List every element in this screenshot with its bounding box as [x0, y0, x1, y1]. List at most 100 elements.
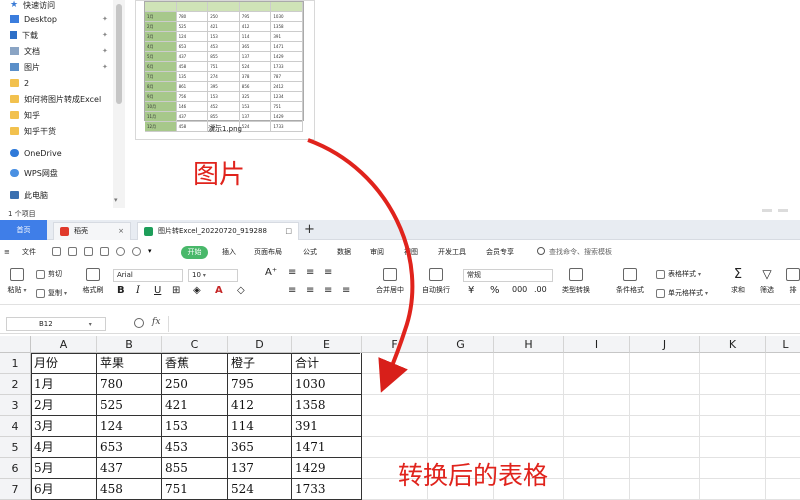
italic-button[interactable]: I: [136, 285, 140, 296]
empty-cell[interactable]: [766, 437, 800, 458]
empty-cell[interactable]: [766, 374, 800, 395]
menu-developer[interactable]: 开发工具: [438, 241, 466, 263]
cut-button[interactable]: 剪切: [36, 269, 62, 279]
empty-cell[interactable]: [494, 437, 564, 458]
bold-button[interactable]: B: [117, 285, 125, 296]
empty-cell[interactable]: [630, 374, 700, 395]
empty-cell[interactable]: [428, 437, 494, 458]
table-cell[interactable]: 月份: [31, 353, 97, 374]
format-painter-button[interactable]: 格式刷: [80, 268, 106, 295]
column-header-a[interactable]: A: [31, 336, 97, 353]
row-header[interactable]: 3: [0, 395, 31, 416]
align-center-icon[interactable]: ≡: [306, 285, 314, 296]
empty-cell[interactable]: [766, 479, 800, 500]
column-header-j[interactable]: J: [630, 336, 700, 353]
table-cell[interactable]: 250: [162, 374, 228, 395]
paste-button[interactable]: 粘贴 ▾: [6, 268, 28, 295]
table-cell[interactable]: 4月: [31, 437, 97, 458]
menu-icon[interactable]: ≡: [4, 241, 10, 263]
menu-formulas[interactable]: 公式: [303, 241, 317, 263]
save-icon[interactable]: [52, 247, 61, 256]
currency-icon[interactable]: ¥: [468, 285, 474, 296]
column-header-f[interactable]: F: [362, 336, 428, 353]
empty-cell[interactable]: [766, 353, 800, 374]
table-cell[interactable]: 1月: [31, 374, 97, 395]
table-cell[interactable]: 6月: [31, 479, 97, 500]
nav-item-folder-zhihu[interactable]: 知乎: [10, 107, 40, 123]
table-cell[interactable]: 3月: [31, 416, 97, 437]
table-cell[interactable]: 412: [228, 395, 292, 416]
cell-style-button[interactable]: 单元格样式 ▾: [656, 288, 708, 298]
table-cell[interactable]: 香蕉: [162, 353, 228, 374]
empty-cell[interactable]: [564, 374, 630, 395]
fill-color-icon[interactable]: ◈: [193, 285, 201, 296]
menu-review[interactable]: 审阅: [370, 241, 384, 263]
table-cell[interactable]: 780: [97, 374, 162, 395]
table-cell[interactable]: 795: [228, 374, 292, 395]
column-header-c[interactable]: C: [162, 336, 228, 353]
empty-cell[interactable]: [564, 353, 630, 374]
justify-icon[interactable]: ≡: [342, 285, 350, 296]
image-thumbnail[interactable]: 1月 780 250 795 1030 2月 525 421 412 1358 3月 124 153 11…: [135, 0, 315, 140]
filter-button[interactable]: ▽ 筛选: [756, 268, 778, 295]
table-cell[interactable]: 1733: [292, 479, 362, 500]
select-all-corner[interactable]: [0, 336, 31, 353]
table-cell[interactable]: 5月: [31, 458, 97, 479]
row-header[interactable]: 5: [0, 437, 31, 458]
table-cell[interactable]: 365: [228, 437, 292, 458]
table-cell[interactable]: 1358: [292, 395, 362, 416]
table-cell[interactable]: 137: [228, 458, 292, 479]
empty-cell[interactable]: [494, 353, 564, 374]
font-color-button[interactable]: A: [215, 285, 223, 296]
empty-cell[interactable]: [630, 479, 700, 500]
empty-cell[interactable]: [362, 395, 428, 416]
empty-cell[interactable]: [630, 353, 700, 374]
menu-page-layout[interactable]: 页面布局: [254, 241, 282, 263]
nav-item-this-pc[interactable]: 此电脑: [10, 187, 48, 203]
nav-item-wps-cloud[interactable]: WPS网盘: [10, 165, 58, 181]
number-format-select[interactable]: 常规: [463, 269, 553, 282]
table-cell[interactable]: 855: [162, 458, 228, 479]
tab-home[interactable]: 首页: [0, 220, 47, 240]
table-cell[interactable]: 2月: [31, 395, 97, 416]
new-tab-button[interactable]: +: [304, 220, 315, 240]
clear-icon[interactable]: ◇: [237, 285, 245, 296]
empty-cell[interactable]: [362, 374, 428, 395]
row-header[interactable]: 1: [0, 353, 31, 374]
menu-insert[interactable]: 插入: [222, 241, 236, 263]
redo-icon[interactable]: [132, 247, 141, 256]
table-cell[interactable]: 437: [97, 458, 162, 479]
decimal-icon[interactable]: .00: [534, 285, 547, 294]
menu-member[interactable]: 会员专享: [486, 241, 514, 263]
percent-icon[interactable]: %: [490, 285, 500, 296]
column-header-d[interactable]: D: [228, 336, 292, 353]
nav-item-folder-2[interactable]: 2: [10, 75, 29, 91]
column-header-i[interactable]: I: [564, 336, 630, 353]
table-cell[interactable]: 合计: [292, 353, 362, 374]
empty-cell[interactable]: [700, 437, 766, 458]
table-cell[interactable]: 1471: [292, 437, 362, 458]
table-cell[interactable]: 524: [228, 479, 292, 500]
scroll-down-icon[interactable]: ▾: [114, 196, 118, 204]
row-header[interactable]: 7: [0, 479, 31, 500]
empty-cell[interactable]: [362, 416, 428, 437]
empty-cell[interactable]: [766, 458, 800, 479]
table-cell[interactable]: 橙子: [228, 353, 292, 374]
close-icon[interactable]: □: [285, 223, 292, 239]
column-header-b[interactable]: B: [97, 336, 162, 353]
formula-input[interactable]: [168, 316, 798, 332]
align-top-icon[interactable]: ≡: [288, 267, 296, 278]
empty-cell[interactable]: [428, 416, 494, 437]
chevron-down-icon[interactable]: ▾: [148, 247, 157, 256]
menu-start[interactable]: 开始: [181, 246, 208, 259]
copy-button[interactable]: 复制 ▾: [36, 288, 67, 298]
empty-cell[interactable]: [564, 479, 630, 500]
empty-cell[interactable]: [630, 458, 700, 479]
empty-cell[interactable]: [630, 437, 700, 458]
empty-cell[interactable]: [564, 437, 630, 458]
empty-cell[interactable]: [700, 374, 766, 395]
table-cell[interactable]: 1030: [292, 374, 362, 395]
empty-cell[interactable]: [494, 416, 564, 437]
nav-item-desktop[interactable]: Desktop: [10, 11, 57, 27]
empty-cell[interactable]: [428, 374, 494, 395]
